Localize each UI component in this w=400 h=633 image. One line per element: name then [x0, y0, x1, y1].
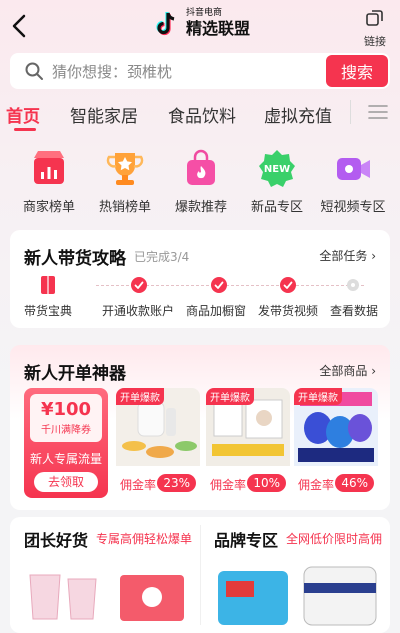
step-done-check-icon: [211, 277, 227, 293]
category-short-video[interactable]: 短视频专区: [313, 148, 393, 215]
newbie-tools-card: 新人开单神器 全部商品 › ¥100 千川满降券 新人专属流量 去领取 开单爆款…: [10, 345, 390, 510]
menu-icon[interactable]: [368, 104, 388, 120]
product-tag: 开单爆款: [206, 388, 254, 405]
book-icon[interactable]: [39, 275, 57, 295]
category-label: 爆款推荐: [174, 200, 227, 215]
brand-zone-title: 品牌专区: [214, 531, 279, 550]
app-logo: 抖音电商 精选联盟: [152, 8, 250, 39]
category-label: 新品专区: [250, 200, 303, 215]
all-products-label: 全部商品: [319, 364, 368, 378]
link-button[interactable]: 链接: [360, 8, 390, 49]
step-done-check-icon: [280, 277, 296, 293]
back-arrow-icon[interactable]: [8, 12, 32, 40]
commission-rate: 46%: [335, 474, 374, 492]
tab-smart-home[interactable]: 智能家居: [70, 102, 138, 127]
chevron-right-icon: ›: [371, 364, 376, 378]
logo-title: 精选联盟: [186, 19, 251, 38]
coupon-amount: ¥100: [40, 399, 92, 420]
all-products-link[interactable]: 全部商品 ›: [319, 362, 376, 379]
copy-link-icon: [366, 10, 383, 26]
tabs-divider: [350, 100, 351, 124]
new-badge-icon: NEW: [259, 150, 295, 187]
category-tabs: 首页 智能家居 食品饮料 虚拟充值: [0, 96, 400, 134]
search-bar[interactable]: 猜你想搜：颈椎枕 搜索: [10, 53, 390, 89]
video-camera-icon: [337, 158, 370, 180]
active-tab-indicator: [14, 128, 36, 131]
search-icon: [25, 62, 43, 80]
category-hot-rank[interactable]: 热销榜单: [85, 148, 165, 215]
shop-chart-icon: [34, 151, 64, 184]
commission-label: 佣金率: [120, 478, 157, 492]
tab-virtual-recharge[interactable]: 虚拟充值: [264, 102, 332, 127]
coupon-inner: ¥100 千川满降券: [30, 394, 102, 442]
category-merchant-rank[interactable]: 商家榜单: [9, 148, 89, 215]
leader-goods-subtitle: 专属高佣轻松爆单: [96, 532, 193, 546]
strategy-progress: 已完成3/4: [134, 250, 190, 264]
tab-food-drinks[interactable]: 食品饮料: [168, 102, 236, 127]
step-label[interactable]: 开通收款账户: [102, 302, 174, 319]
newbie-strategy-card: 新人带货攻略 已完成3/4 全部任务 › 带货宝典 开通收款账户 商品加橱窗 发…: [10, 230, 390, 328]
commission-label: 佣金率: [210, 478, 247, 492]
category-hot-picks[interactable]: 爆款推荐: [161, 148, 241, 215]
all-tasks-label: 全部任务: [319, 249, 368, 263]
leader-goods-image: [29, 574, 184, 621]
strategy-title: 新人带货攻略: [24, 249, 126, 269]
shopping-bag-fire-icon: [187, 149, 215, 185]
tab-home[interactable]: 首页: [6, 102, 40, 127]
bottom-promo-card: 团长好货 专属高佣轻松爆单 品牌专区 全网低价限时高佣: [10, 517, 390, 633]
product-tag: 开单爆款: [294, 388, 342, 405]
product-card[interactable]: 开单爆款 佣金率 23%: [116, 388, 200, 498]
category-label: 热销榜单: [98, 200, 151, 215]
product-card[interactable]: 开单爆款 佣金率 46%: [294, 388, 378, 498]
leader-goods-title: 团长好货: [24, 531, 89, 550]
category-label: 短视频专区: [320, 200, 386, 215]
step-pending-dot-icon: [347, 279, 359, 291]
step-label[interactable]: 发带货视频: [258, 302, 318, 319]
category-label: 商家榜单: [22, 200, 75, 215]
product-tag: 开单爆款: [116, 388, 164, 405]
commission-rate: 10%: [247, 474, 286, 492]
all-tasks-link[interactable]: 全部任务 ›: [319, 247, 376, 264]
coupon-card[interactable]: ¥100 千川满降券 新人专属流量 去领取: [24, 388, 108, 498]
douyin-logo-icon: [156, 11, 175, 35]
category-grid: 商家榜单 热销榜单 爆款推荐 NEW 新品专区 短视频专区: [0, 148, 400, 220]
step-label[interactable]: 带货宝典: [24, 302, 72, 319]
trophy-icon: [106, 153, 144, 185]
search-input[interactable]: 猜你想搜：颈椎枕: [52, 61, 326, 82]
svg-text:NEW: NEW: [264, 164, 290, 175]
step-done-check-icon: [131, 277, 147, 293]
app-header: 抖音电商 精选联盟 链接: [0, 0, 400, 50]
commission-rate: 23%: [157, 474, 196, 492]
coupon-desc: 千川满降券: [41, 425, 91, 436]
step-label[interactable]: 查看数据: [330, 302, 378, 319]
link-label: 链接: [364, 35, 386, 48]
brand-zone-image: [218, 566, 377, 626]
claim-coupon-button[interactable]: 去领取: [34, 472, 98, 492]
search-button[interactable]: 搜索: [326, 55, 388, 87]
category-new-products[interactable]: NEW 新品专区: [237, 148, 317, 215]
tools-title: 新人开单神器: [24, 364, 126, 384]
logo-subtitle: 抖音电商: [186, 8, 223, 18]
brand-zone-subtitle: 全网低价限时高佣: [286, 532, 383, 546]
commission-label: 佣金率: [298, 478, 335, 492]
coupon-flow-text: 新人专属流量: [29, 452, 102, 466]
product-card[interactable]: 开单爆款 佣金率 10%: [206, 388, 290, 498]
section-divider: [200, 525, 201, 625]
chevron-right-icon: ›: [371, 249, 376, 263]
step-label[interactable]: 商品加橱窗: [186, 302, 246, 319]
